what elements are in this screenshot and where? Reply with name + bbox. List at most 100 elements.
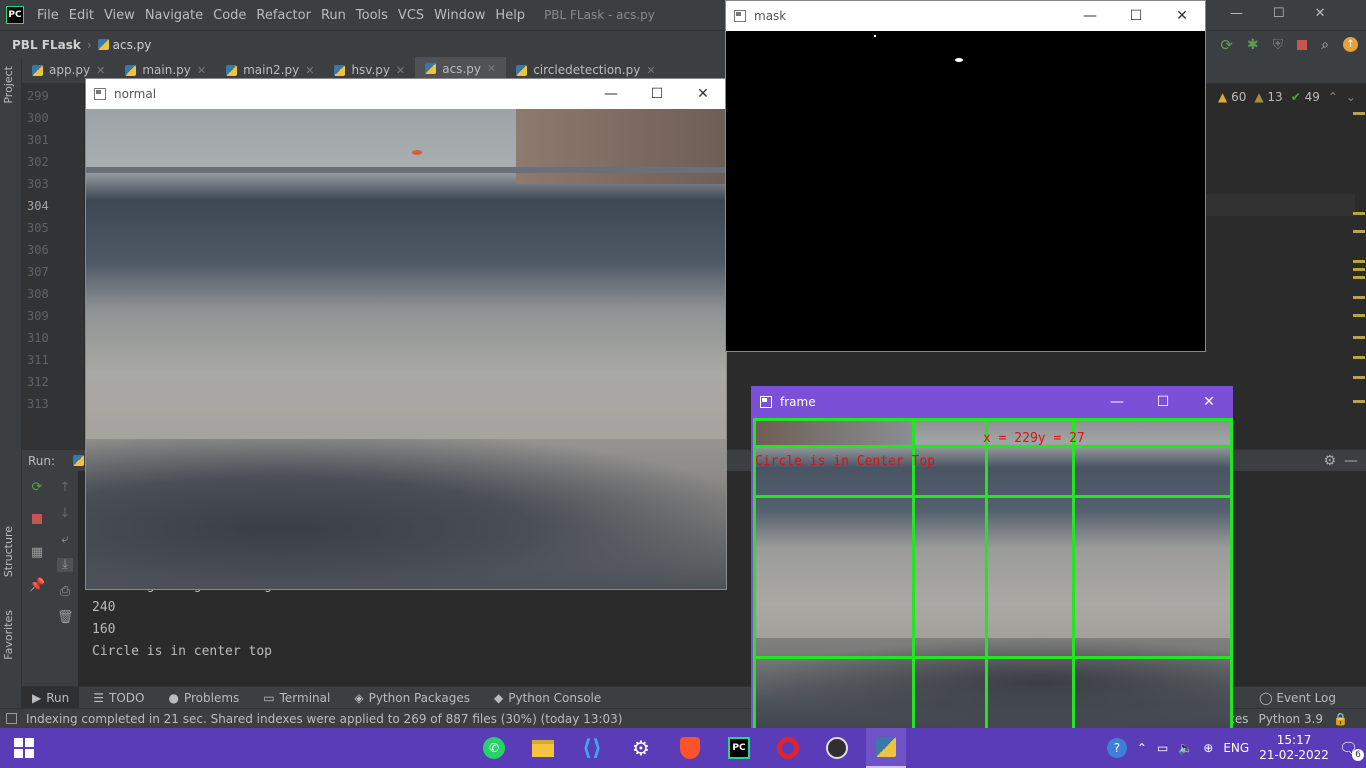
line-number: 311 bbox=[27, 353, 49, 367]
tool-tab-terminal[interactable]: ▭ Terminal bbox=[253, 691, 340, 705]
normal-window-title: normal bbox=[114, 87, 157, 101]
python-run-config-icon[interactable] bbox=[73, 455, 85, 466]
minimize-button[interactable]: — bbox=[588, 86, 634, 102]
frame-window-titlebar[interactable]: frame — ☐ ✕ bbox=[752, 387, 1232, 417]
stop-icon[interactable] bbox=[1297, 39, 1308, 50]
coverage-icon[interactable]: ⛨ bbox=[1273, 37, 1284, 53]
debug-icon[interactable]: ✱ bbox=[1247, 37, 1259, 53]
layout-icon[interactable]: ▦ bbox=[29, 546, 45, 560]
minimize-button[interactable]: — bbox=[1094, 394, 1140, 410]
maximize-button[interactable]: ☐ bbox=[1113, 8, 1159, 24]
language-indicator[interactable]: ENG bbox=[1223, 741, 1249, 755]
typo-count[interactable]: ✔ 49 bbox=[1291, 90, 1320, 104]
speaker-icon[interactable]: 🔈 bbox=[1178, 741, 1193, 755]
menu-tools[interactable]: Tools bbox=[351, 8, 393, 23]
close-tab-icon[interactable]: ✕ bbox=[646, 64, 655, 77]
maximize-button[interactable]: ☐ bbox=[634, 86, 680, 102]
help-icon[interactable]: ? bbox=[1106, 738, 1127, 758]
warnings-count[interactable]: ▲ 60 bbox=[1218, 90, 1246, 104]
normal-window-titlebar[interactable]: normal — ☐ ✕ bbox=[86, 79, 726, 109]
interpreter-widget[interactable]: Python 3.9 bbox=[1259, 712, 1324, 726]
opera-icon[interactable] bbox=[768, 728, 808, 768]
tool-tab-python-console[interactable]: ◆ Python Console bbox=[484, 691, 611, 705]
pycharm-icon[interactable]: PC bbox=[719, 728, 759, 768]
tool-tab-todo[interactable]: ☰ TODO bbox=[83, 691, 154, 705]
ide-maximize-button[interactable]: ☐ bbox=[1273, 6, 1285, 21]
maximize-button[interactable]: ☐ bbox=[1140, 394, 1186, 410]
mask-window-titlebar[interactable]: mask — ☐ ✕ bbox=[726, 1, 1205, 31]
stop-run-icon[interactable] bbox=[29, 514, 45, 528]
event-log-button[interactable]: ◯ Event Log bbox=[1259, 691, 1336, 705]
whatsapp-icon[interactable]: ✆ bbox=[474, 728, 514, 768]
close-button[interactable]: ✕ bbox=[1159, 8, 1205, 24]
camera-feed-image bbox=[86, 109, 726, 589]
hide-panel-icon[interactable]: — bbox=[1344, 453, 1358, 469]
files-icon[interactable] bbox=[523, 728, 563, 768]
menu-vcs[interactable]: VCS bbox=[393, 8, 429, 23]
editor-gutter: 299 300 301 302 303 304 305 306 307 308 … bbox=[22, 84, 84, 449]
lock-icon[interactable]: 🔒 bbox=[1333, 712, 1348, 726]
close-tab-icon[interactable]: ✕ bbox=[96, 64, 105, 77]
chevron-up-icon[interactable]: ⌃ bbox=[1328, 90, 1338, 104]
line-number: 305 bbox=[27, 221, 49, 235]
search-icon[interactable]: ⌕ bbox=[1321, 37, 1329, 53]
vscode-icon[interactable]: ⟨⟩ bbox=[572, 728, 612, 768]
mask-window[interactable]: mask — ☐ ✕ bbox=[725, 0, 1206, 352]
update-icon[interactable]: ↑ bbox=[1343, 37, 1358, 52]
breadcrumb-file[interactable]: acs.py bbox=[113, 38, 152, 52]
close-tab-icon[interactable]: ✕ bbox=[305, 64, 314, 77]
project-tool-tab[interactable]: Project bbox=[2, 66, 15, 104]
line-number: 300 bbox=[27, 111, 49, 125]
menu-help[interactable]: Help bbox=[490, 8, 530, 23]
menu-edit[interactable]: Edit bbox=[64, 8, 99, 23]
menu-file[interactable]: File bbox=[32, 8, 64, 23]
trash-icon[interactable]: 🗑 bbox=[57, 611, 74, 625]
pin-icon[interactable]: 📌 bbox=[29, 579, 45, 593]
tool-tab-python-packages[interactable]: ◈ Python Packages bbox=[344, 691, 480, 705]
menu-code[interactable]: Code bbox=[208, 8, 251, 23]
obs-icon[interactable] bbox=[817, 728, 857, 768]
menu-run[interactable]: Run bbox=[316, 8, 351, 23]
settings-gear-icon[interactable]: ⚙ bbox=[1323, 453, 1336, 469]
notifications-icon[interactable]: 🗨 6 bbox=[1339, 739, 1364, 761]
chevron-up-icon[interactable]: ⌃ bbox=[1137, 741, 1147, 755]
ide-minimize-button[interactable]: — bbox=[1230, 6, 1243, 21]
close-button[interactable]: ✕ bbox=[1186, 394, 1232, 410]
tool-tab-problems[interactable]: ● Problems bbox=[158, 691, 249, 705]
globe-icon[interactable]: ⊕ bbox=[1203, 741, 1213, 755]
favorites-tool-tab[interactable]: Favorites bbox=[2, 610, 15, 660]
structure-tool-tab[interactable]: Structure bbox=[2, 526, 15, 577]
toggle-tool-windows-icon[interactable] bbox=[6, 713, 17, 724]
menu-navigate[interactable]: Navigate bbox=[140, 8, 208, 23]
scroll-to-end-icon[interactable]: ⤓ bbox=[57, 558, 73, 572]
tool-tab-run[interactable]: ▶ Run bbox=[22, 686, 80, 709]
python-icon[interactable] bbox=[866, 728, 906, 768]
rerun-icon[interactable]: ⟳ bbox=[1220, 36, 1233, 54]
weak-warnings-count[interactable]: ▲ 13 bbox=[1254, 90, 1282, 104]
normal-window[interactable]: normal — ☐ ✕ bbox=[85, 78, 727, 590]
console-line: 160 bbox=[92, 622, 116, 637]
windows-start-icon[interactable] bbox=[14, 738, 34, 758]
menu-refactor[interactable]: Refactor bbox=[251, 8, 316, 23]
minimize-button[interactable]: — bbox=[1067, 8, 1113, 24]
close-tab-icon[interactable]: ✕ bbox=[197, 64, 206, 77]
arrow-down-icon[interactable]: ↓ bbox=[57, 507, 73, 521]
menu-window[interactable]: Window bbox=[429, 8, 490, 23]
menu-view[interactable]: View bbox=[99, 8, 140, 23]
battery-icon[interactable]: ▭ bbox=[1157, 741, 1168, 755]
close-tab-icon[interactable]: ✕ bbox=[487, 62, 496, 75]
settings-icon[interactable]: ⚙ bbox=[621, 728, 661, 768]
print-icon[interactable]: ⎙ bbox=[57, 585, 73, 599]
arrow-up-icon[interactable]: ↑ bbox=[57, 481, 73, 495]
breadcrumb-project[interactable]: PBL FLask bbox=[12, 38, 81, 52]
ide-close-button[interactable]: ✕ bbox=[1315, 6, 1326, 21]
close-button[interactable]: ✕ bbox=[680, 86, 726, 102]
close-tab-icon[interactable]: ✕ bbox=[396, 64, 405, 77]
soft-wrap-icon[interactable]: ⤶ bbox=[57, 533, 73, 547]
inspection-widget[interactable]: ▲ 60 ▲ 13 ✔ 49 ⌃ ⌄ bbox=[1218, 90, 1356, 104]
brave-icon[interactable] bbox=[670, 728, 710, 768]
play-icon: ▶ bbox=[32, 690, 42, 705]
frame-window[interactable]: frame — ☐ ✕ x = 229y = 27 Circle is in C… bbox=[751, 386, 1233, 728]
clock[interactable]: 15:17 21-02-2022 bbox=[1259, 733, 1329, 763]
rerun-icon[interactable]: ⟳ bbox=[29, 481, 45, 495]
